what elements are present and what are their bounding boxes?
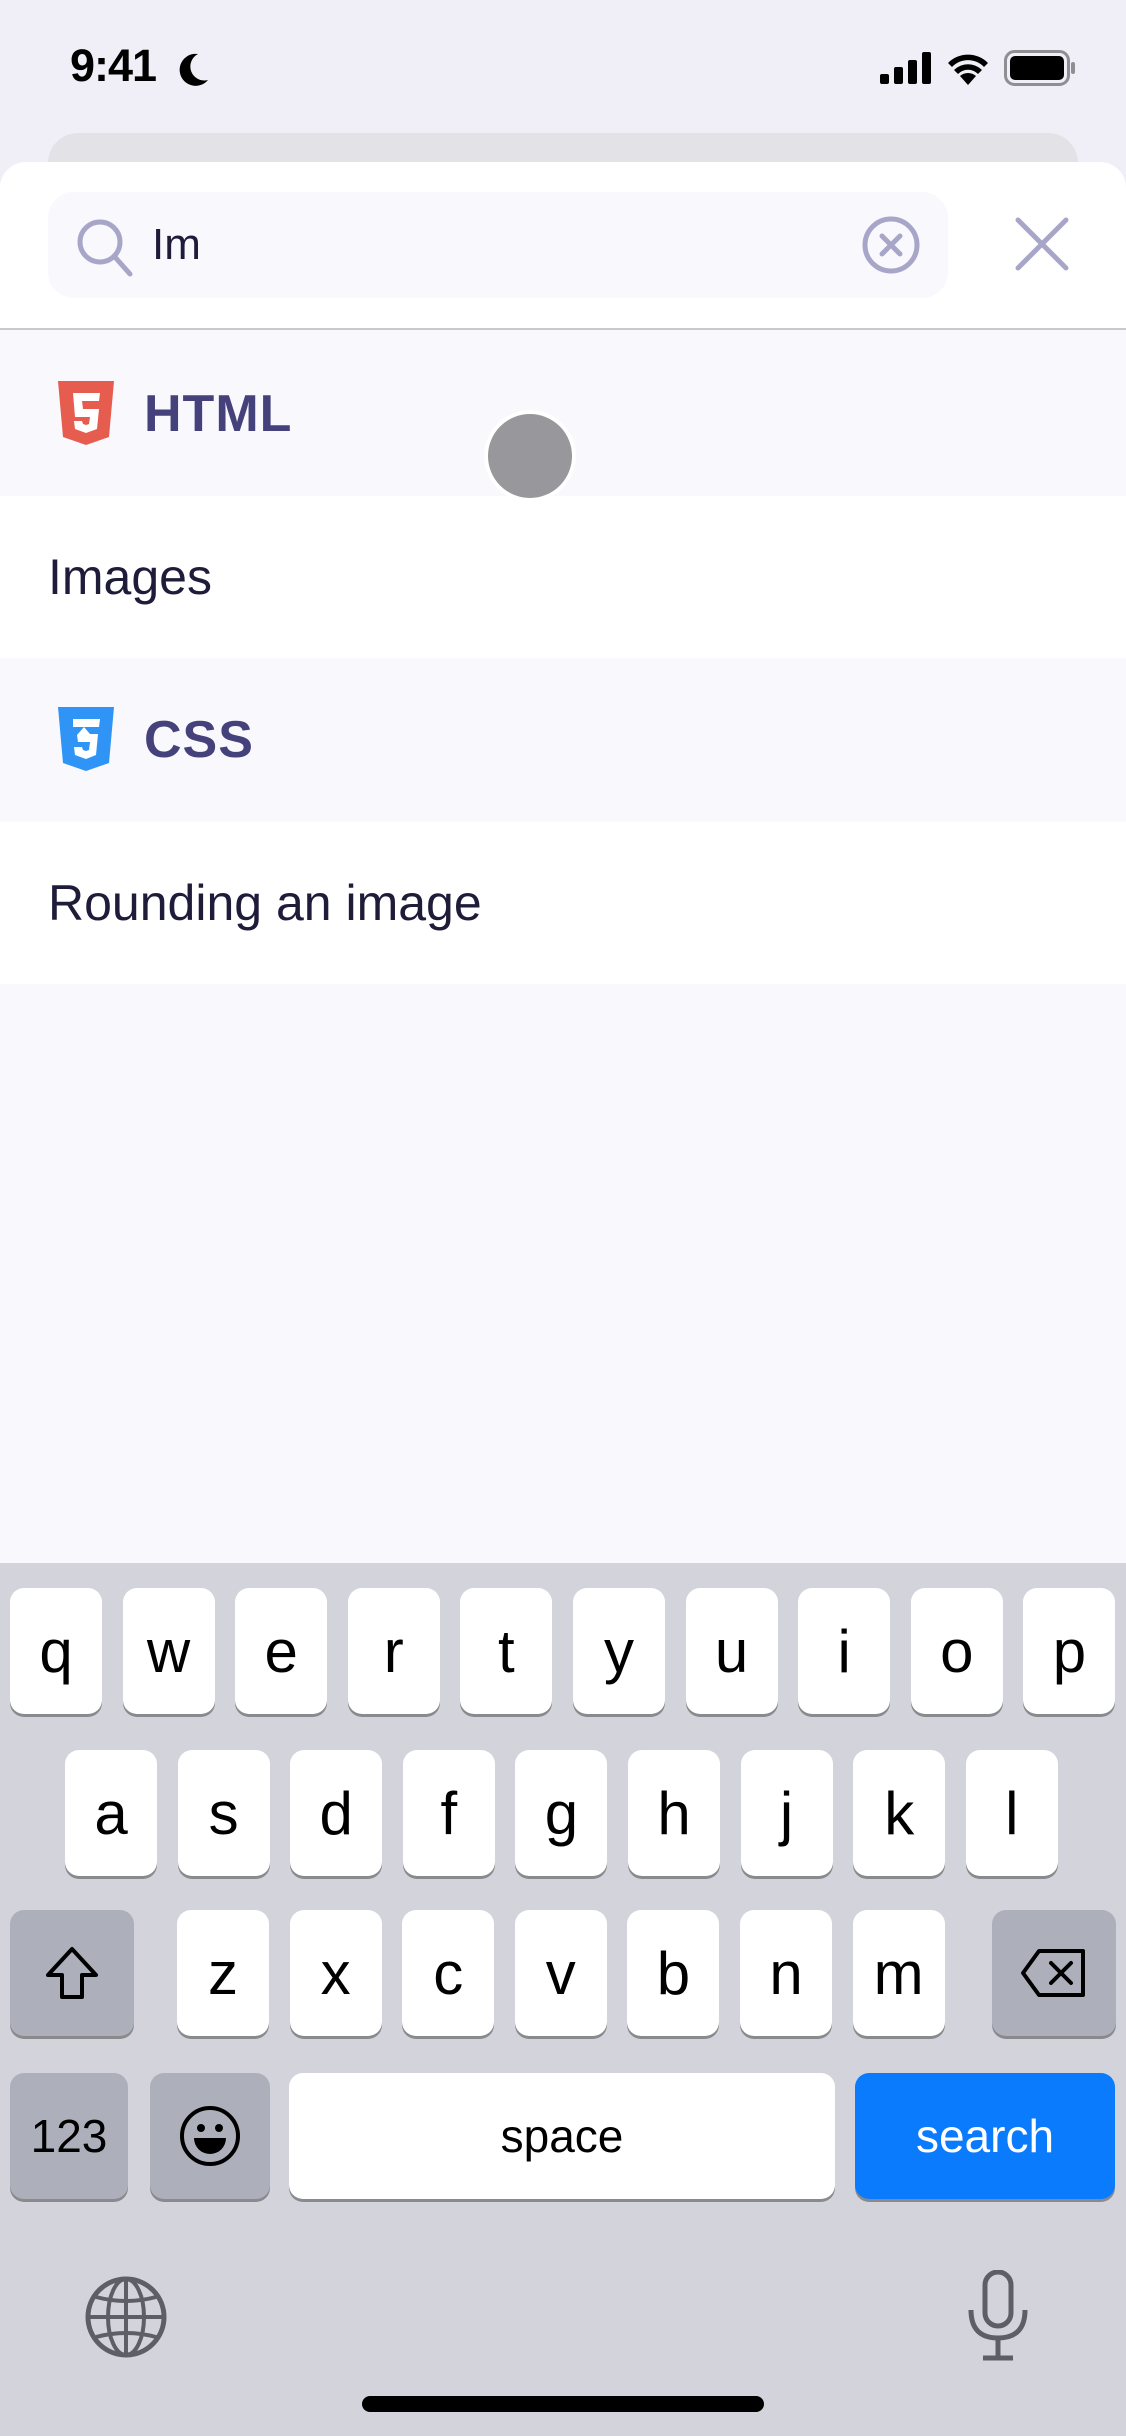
delete-key[interactable] — [992, 1910, 1116, 2036]
key-f[interactable]: f — [402, 1750, 495, 1876]
key-q[interactable]: q — [10, 1588, 102, 1714]
key-j[interactable]: j — [740, 1750, 833, 1876]
cellular-signal-icon — [880, 52, 931, 84]
clear-circle-icon[interactable] — [860, 214, 922, 276]
search-key[interactable]: search — [855, 2073, 1115, 2199]
key-g[interactable]: g — [515, 1750, 608, 1876]
search-icon — [77, 219, 133, 277]
emoji-key[interactable] — [150, 2073, 270, 2199]
key-z[interactable]: z — [177, 1910, 269, 2036]
key-x[interactable]: x — [289, 1910, 382, 2036]
result-images[interactable]: Images — [0, 496, 1126, 658]
status-bar: 9:41 — [0, 0, 1126, 130]
key-s[interactable]: s — [177, 1750, 270, 1876]
result-rounding-an-image[interactable]: Rounding an image — [0, 822, 1126, 984]
search-header — [0, 162, 1126, 330]
key-i[interactable]: i — [798, 1588, 891, 1714]
result-label: CSS — [144, 711, 254, 769]
status-icons — [880, 50, 1076, 86]
keyboard: qwertyuiop asdfghjkl zxcvbnm 123 space s… — [0, 1563, 1126, 2436]
key-h[interactable]: h — [628, 1750, 720, 1876]
key-m[interactable]: m — [852, 1910, 945, 2036]
key-c[interactable]: c — [402, 1910, 495, 2036]
touch-indicator — [484, 410, 576, 502]
home-indicator — [362, 2396, 764, 2412]
status-time: 9:41 — [70, 40, 157, 91]
result-label: Images — [48, 549, 212, 605]
shift-icon — [46, 1947, 98, 1999]
key-p[interactable]: p — [1023, 1588, 1116, 1714]
close-icon[interactable] — [1010, 212, 1074, 276]
search-field[interactable] — [48, 192, 948, 298]
key-t[interactable]: t — [460, 1588, 553, 1714]
key-a[interactable]: a — [65, 1750, 157, 1876]
key-u[interactable]: u — [685, 1588, 778, 1714]
key-y[interactable]: y — [573, 1588, 665, 1714]
key-l[interactable]: l — [965, 1750, 1058, 1876]
result-css[interactable]: CSS — [0, 658, 1126, 822]
key-o[interactable]: o — [910, 1588, 1003, 1714]
key-n[interactable]: n — [740, 1910, 832, 2036]
key-d[interactable]: d — [290, 1750, 383, 1876]
battery-icon — [1004, 50, 1075, 86]
moon-icon — [179, 53, 208, 86]
emoji-icon — [180, 2106, 240, 2166]
key-b[interactable]: b — [627, 1910, 720, 2036]
key-e[interactable]: e — [235, 1588, 328, 1714]
globe-icon[interactable] — [84, 2275, 168, 2359]
wifi-icon — [948, 54, 988, 85]
result-label: HTML — [144, 385, 293, 443]
result-label: Rounding an image — [48, 875, 482, 931]
css3-icon — [58, 707, 114, 771]
space-key[interactable]: space — [289, 2073, 835, 2199]
key-r[interactable]: r — [347, 1588, 440, 1714]
search-sheet: HTML Images CSS Rounding an image — [0, 162, 1126, 1563]
microphone-icon[interactable] — [965, 2270, 1031, 2362]
key-w[interactable]: w — [122, 1588, 215, 1714]
key-k[interactable]: k — [853, 1750, 946, 1876]
shift-key[interactable] — [10, 1910, 134, 2036]
delete-icon — [1021, 1949, 1085, 1997]
search-input[interactable] — [152, 192, 852, 298]
numbers-key[interactable]: 123 — [10, 2073, 128, 2199]
html5-icon — [58, 381, 114, 445]
key-v[interactable]: v — [514, 1910, 607, 2036]
